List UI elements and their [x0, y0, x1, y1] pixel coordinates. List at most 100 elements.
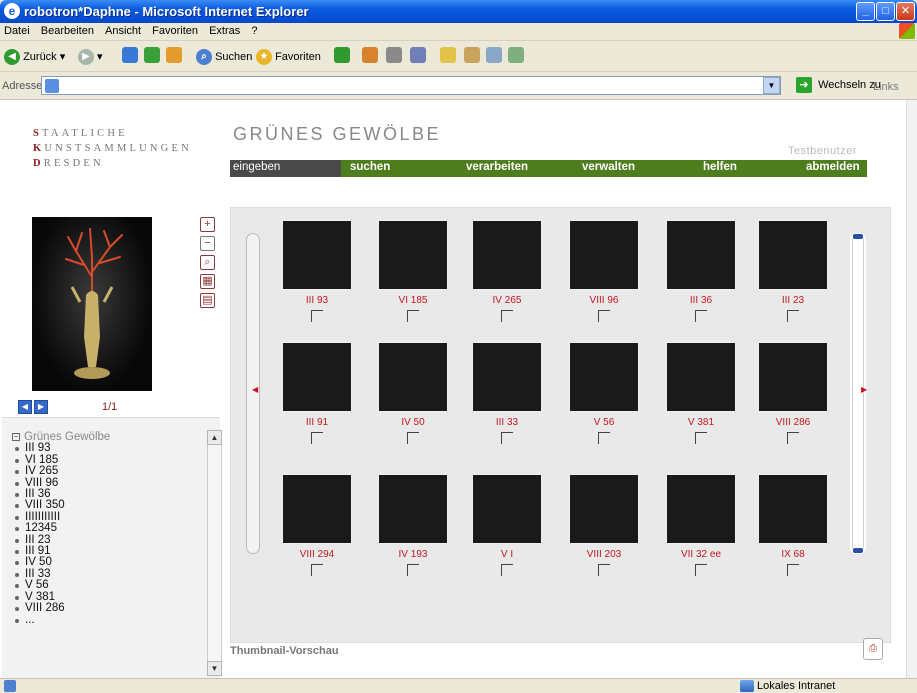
- address-input[interactable]: [41, 76, 781, 95]
- prev-page-button[interactable]: ◀: [18, 400, 32, 414]
- select-corner-icon[interactable]: [311, 432, 323, 444]
- thumbnail-item[interactable]: IV 265: [465, 220, 549, 322]
- thumbnail-item[interactable]: V 56: [562, 342, 646, 444]
- gallery-next-arrow-icon[interactable]: ▶: [861, 385, 867, 394]
- thumbnail-item[interactable]: III 36: [659, 220, 743, 322]
- gallery-prev-arrow-icon[interactable]: ◀: [252, 385, 258, 394]
- thumbnail-image[interactable]: [378, 342, 448, 412]
- thumbnail-image[interactable]: [472, 342, 542, 412]
- thumbnail-image[interactable]: [378, 220, 448, 290]
- select-corner-icon[interactable]: [407, 432, 419, 444]
- thumbnail-image[interactable]: [378, 474, 448, 544]
- edit-icon[interactable]: [440, 47, 456, 63]
- messenger-icon[interactable]: [464, 47, 480, 63]
- mail-icon[interactable]: [386, 47, 402, 63]
- maximize-button[interactable]: □: [876, 2, 895, 21]
- refresh-icon[interactable]: [144, 47, 160, 63]
- thumbnail-image[interactable]: [569, 342, 639, 412]
- select-corner-icon[interactable]: [311, 564, 323, 576]
- select-corner-icon[interactable]: [695, 564, 707, 576]
- research-icon[interactable]: [486, 47, 502, 63]
- thumbnail-item[interactable]: VI 185: [371, 220, 455, 322]
- nav-eingeben[interactable]: eingeben: [230, 160, 341, 177]
- tree-item[interactable]: IV 265: [12, 465, 110, 477]
- history-icon[interactable]: [362, 47, 378, 63]
- zoom-out-button[interactable]: −: [200, 236, 215, 251]
- thumbnail-image[interactable]: [282, 342, 352, 412]
- tree-item[interactable]: 12345: [12, 522, 110, 534]
- links-button[interactable]: Links: [873, 81, 899, 93]
- back-button[interactable]: ◀ Zurück ▾: [4, 48, 65, 66]
- menu-favoriten[interactable]: Favoriten: [148, 23, 202, 37]
- select-corner-icon[interactable]: [695, 310, 707, 322]
- thumbnail-item[interactable]: VII 32 ee: [659, 474, 743, 576]
- magnifier-icon[interactable]: ⌕: [200, 255, 215, 270]
- thumbnail-item[interactable]: VIII 286: [751, 342, 835, 444]
- select-corner-icon[interactable]: [598, 310, 610, 322]
- nav-verwalten[interactable]: verwalten: [582, 161, 635, 173]
- forward-button[interactable]: ▶ ▾: [78, 48, 103, 66]
- close-button[interactable]: ✕: [896, 2, 915, 21]
- menu-help[interactable]: ?: [247, 23, 261, 37]
- select-corner-icon[interactable]: [787, 310, 799, 322]
- next-page-button[interactable]: ▶: [34, 400, 48, 414]
- thumbnail-image[interactable]: [758, 220, 828, 290]
- select-corner-icon[interactable]: [407, 310, 419, 322]
- thumbnail-image[interactable]: [569, 220, 639, 290]
- minimize-button[interactable]: _: [856, 2, 875, 21]
- thumbnail-item[interactable]: IV 193: [371, 474, 455, 576]
- select-corner-icon[interactable]: [598, 432, 610, 444]
- home-icon[interactable]: [166, 47, 182, 63]
- select-corner-icon[interactable]: [501, 432, 513, 444]
- select-corner-icon[interactable]: [311, 310, 323, 322]
- thumbnail-item[interactable]: VIII 96: [562, 220, 646, 322]
- nav-suchen[interactable]: suchen: [350, 161, 390, 173]
- menu-bearbeiten[interactable]: Bearbeiten: [37, 23, 98, 37]
- grid-view-icon[interactable]: ▦: [200, 274, 215, 289]
- scroll-down-icon[interactable]: ▼: [207, 661, 222, 676]
- select-corner-icon[interactable]: [501, 564, 513, 576]
- tree-scrollbar[interactable]: ▲ ▼: [207, 430, 222, 676]
- thumbnail-item[interactable]: III 91: [275, 342, 359, 444]
- nav-abmelden[interactable]: abmelden: [806, 161, 860, 173]
- thumbnail-image[interactable]: [282, 220, 352, 290]
- nav-verarbeiten[interactable]: verarbeiten: [466, 161, 528, 173]
- thumbnail-image[interactable]: [282, 474, 352, 544]
- thumbnail-image[interactable]: [569, 474, 639, 544]
- media-icon[interactable]: [334, 47, 350, 63]
- thumbnail-item[interactable]: V I: [465, 474, 549, 576]
- collapse-icon[interactable]: −: [12, 432, 20, 441]
- thumbnail-item[interactable]: III 33: [465, 342, 549, 444]
- select-corner-icon[interactable]: [407, 564, 419, 576]
- thumbnail-item[interactable]: IV 50: [371, 342, 455, 444]
- list-view-icon[interactable]: ▤: [200, 293, 215, 308]
- thumbnail-image[interactable]: [472, 474, 542, 544]
- select-corner-icon[interactable]: [787, 432, 799, 444]
- menu-ansicht[interactable]: Ansicht: [101, 23, 145, 37]
- nav-helfen[interactable]: helfen: [703, 161, 737, 173]
- thumbnail-image[interactable]: [472, 220, 542, 290]
- select-corner-icon[interactable]: [501, 310, 513, 322]
- thumbnail-image[interactable]: [666, 220, 736, 290]
- zoom-in-button[interactable]: +: [200, 217, 215, 232]
- thumbnail-image[interactable]: [758, 342, 828, 412]
- tree-item[interactable]: VIII 286: [12, 602, 110, 614]
- search-button[interactable]: ⌕ Suchen: [196, 48, 252, 66]
- menu-datei[interactable]: Datei: [0, 23, 34, 37]
- scroll-up-icon[interactable]: ▲: [207, 430, 222, 445]
- select-corner-icon[interactable]: [598, 564, 610, 576]
- address-dropdown-icon[interactable]: ▼: [763, 77, 780, 94]
- tree-item[interactable]: V 56: [12, 579, 110, 591]
- select-corner-icon[interactable]: [695, 432, 707, 444]
- print-icon[interactable]: [410, 47, 426, 63]
- thumbnail-item[interactable]: III 93: [275, 220, 359, 322]
- stop-icon[interactable]: [122, 47, 138, 63]
- thumbnail-item[interactable]: III 23: [751, 220, 835, 322]
- favorites-button[interactable]: ★ Favoriten: [256, 48, 321, 66]
- thumbnail-image[interactable]: [666, 342, 736, 412]
- thumbnail-item[interactable]: V 381: [659, 342, 743, 444]
- thumbnail-item[interactable]: IX 68: [751, 474, 835, 576]
- page-scrollbar[interactable]: [906, 100, 917, 678]
- thumbnail-image[interactable]: [758, 474, 828, 544]
- menu-extras[interactable]: Extras: [205, 23, 244, 37]
